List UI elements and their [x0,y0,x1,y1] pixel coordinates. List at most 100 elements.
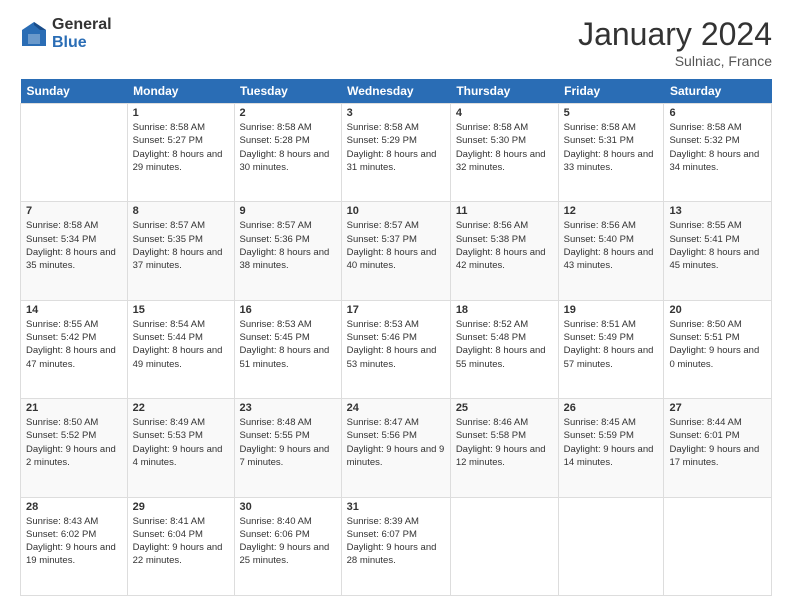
day-info: Sunrise: 8:53 AM Sunset: 5:46 PM Dayligh… [347,318,445,371]
day-number: 21 [26,402,122,414]
day-info: Sunrise: 8:58 AM Sunset: 5:32 PM Dayligh… [669,121,766,174]
week-row-4: 21 Sunrise: 8:50 AM Sunset: 5:52 PM Dayli… [21,399,772,497]
day-info: Sunrise: 8:44 AM Sunset: 6:01 PM Dayligh… [669,416,766,469]
calendar-cell: 29 Sunrise: 8:41 AM Sunset: 6:04 PM Dayli… [127,497,234,595]
calendar-cell [664,497,772,595]
header-friday: Friday [558,79,664,104]
day-number: 13 [669,205,766,217]
day-info: Sunrise: 8:46 AM Sunset: 5:58 PM Dayligh… [456,416,553,469]
day-number: 20 [669,304,766,316]
calendar-cell: 26 Sunrise: 8:45 AM Sunset: 5:59 PM Dayli… [558,399,664,497]
day-number: 25 [456,402,553,414]
day-number: 29 [133,501,229,513]
day-info: Sunrise: 8:56 AM Sunset: 5:40 PM Dayligh… [564,219,659,272]
day-number: 9 [240,205,336,217]
calendar-cell: 5 Sunrise: 8:58 AM Sunset: 5:31 PM Daylig… [558,104,664,202]
day-number: 7 [26,205,122,217]
day-number: 2 [240,107,336,119]
day-number: 14 [26,304,122,316]
day-info: Sunrise: 8:57 AM Sunset: 5:35 PM Dayligh… [133,219,229,272]
calendar-cell: 11Sunrise: 8:56 AM Sunset: 5:38 PM Dayli… [450,202,558,300]
day-info: Sunrise: 8:50 AM Sunset: 5:52 PM Dayligh… [26,416,122,469]
logo-text: General Blue [52,16,112,51]
day-number: 17 [347,304,445,316]
day-info: Sunrise: 8:43 AM Sunset: 6:02 PM Dayligh… [26,515,122,568]
day-number: 18 [456,304,553,316]
calendar-cell: 7Sunrise: 8:58 AM Sunset: 5:34 PM Daylig… [21,202,128,300]
calendar-cell [450,497,558,595]
day-info: Sunrise: 8:41 AM Sunset: 6:04 PM Dayligh… [133,515,229,568]
day-number: 28 [26,501,122,513]
header-monday: Monday [127,79,234,104]
calendar-cell: 1 Sunrise: 8:58 AM Sunset: 5:27 PM Daylig… [127,104,234,202]
calendar-cell: 17 Sunrise: 8:53 AM Sunset: 5:46 PM Dayli… [341,300,450,398]
calendar-cell: 10Sunrise: 8:57 AM Sunset: 5:37 PM Dayli… [341,202,450,300]
day-info: Sunrise: 8:58 AM Sunset: 5:29 PM Dayligh… [347,121,445,174]
week-row-2: 7Sunrise: 8:58 AM Sunset: 5:34 PM Daylig… [21,202,772,300]
day-info: Sunrise: 8:58 AM Sunset: 5:30 PM Dayligh… [456,121,553,174]
calendar-cell: 20 Sunrise: 8:50 AM Sunset: 5:51 PM Dayli… [664,300,772,398]
calendar-cell: 28 Sunrise: 8:43 AM Sunset: 6:02 PM Dayli… [21,497,128,595]
day-number: 11 [456,205,553,217]
day-info: Sunrise: 8:55 AM Sunset: 5:41 PM Dayligh… [669,219,766,272]
calendar-cell: 8 Sunrise: 8:57 AM Sunset: 5:35 PM Daylig… [127,202,234,300]
week-row-1: 1 Sunrise: 8:58 AM Sunset: 5:27 PM Daylig… [21,104,772,202]
calendar-cell: 27 Sunrise: 8:44 AM Sunset: 6:01 PM Dayli… [664,399,772,497]
calendar-cell: 15 Sunrise: 8:54 AM Sunset: 5:44 PM Dayli… [127,300,234,398]
day-number: 12 [564,205,659,217]
day-number: 30 [240,501,336,513]
day-number: 24 [347,402,445,414]
calendar-cell: 13 Sunrise: 8:55 AM Sunset: 5:41 PM Dayli… [664,202,772,300]
day-info: Sunrise: 8:54 AM Sunset: 5:44 PM Dayligh… [133,318,229,371]
calendar-cell: 12 Sunrise: 8:56 AM Sunset: 5:40 PM Dayli… [558,202,664,300]
logo-general-text: General [52,16,112,34]
calendar-cell: 31 Sunrise: 8:39 AM Sunset: 6:07 PM Dayli… [341,497,450,595]
day-info: Sunrise: 8:53 AM Sunset: 5:45 PM Dayligh… [240,318,336,371]
day-info: Sunrise: 8:57 AM Sunset: 5:37 PM Dayligh… [347,219,445,272]
day-info: Sunrise: 8:45 AM Sunset: 5:59 PM Dayligh… [564,416,659,469]
day-info: Sunrise: 8:51 AM Sunset: 5:49 PM Dayligh… [564,318,659,371]
day-number: 8 [133,205,229,217]
calendar-cell: 25 Sunrise: 8:46 AM Sunset: 5:58 PM Dayli… [450,399,558,497]
calendar-cell: 14 Sunrise: 8:55 AM Sunset: 5:42 PM Dayli… [21,300,128,398]
day-number: 5 [564,107,659,119]
calendar-cell: 22Sunrise: 8:49 AM Sunset: 5:53 PM Dayli… [127,399,234,497]
day-info: Sunrise: 8:52 AM Sunset: 5:48 PM Dayligh… [456,318,553,371]
day-number: 31 [347,501,445,513]
day-number: 27 [669,402,766,414]
calendar-cell: 23 Sunrise: 8:48 AM Sunset: 5:55 PM Dayli… [234,399,341,497]
day-number: 3 [347,107,445,119]
calendar-cell [21,104,128,202]
logo-blue-text: Blue [52,34,112,52]
weekday-header-row: Sunday Monday Tuesday Wednesday Thursday… [21,79,772,104]
day-info: Sunrise: 8:39 AM Sunset: 6:07 PM Dayligh… [347,515,445,568]
logo-icon [20,20,48,48]
week-row-5: 28 Sunrise: 8:43 AM Sunset: 6:02 PM Dayli… [21,497,772,595]
day-info: Sunrise: 8:55 AM Sunset: 5:42 PM Dayligh… [26,318,122,371]
day-number: 4 [456,107,553,119]
day-number: 26 [564,402,659,414]
day-info: Sunrise: 8:48 AM Sunset: 5:55 PM Dayligh… [240,416,336,469]
location: Sulniac, France [578,53,772,69]
page: General Blue January 2024 Sulniac, Franc… [0,0,792,612]
day-number: 15 [133,304,229,316]
calendar-cell [558,497,664,595]
day-info: Sunrise: 8:58 AM Sunset: 5:31 PM Dayligh… [564,121,659,174]
day-info: Sunrise: 8:49 AM Sunset: 5:53 PM Dayligh… [133,416,229,469]
day-info: Sunrise: 8:50 AM Sunset: 5:51 PM Dayligh… [669,318,766,371]
header-thursday: Thursday [450,79,558,104]
calendar-cell: 3 Sunrise: 8:58 AM Sunset: 5:29 PM Daylig… [341,104,450,202]
day-info: Sunrise: 8:40 AM Sunset: 6:06 PM Dayligh… [240,515,336,568]
day-number: 1 [133,107,229,119]
calendar-cell: 18 Sunrise: 8:52 AM Sunset: 5:48 PM Dayli… [450,300,558,398]
calendar-cell: 24 Sunrise: 8:47 AM Sunset: 5:56 PM Dayli… [341,399,450,497]
calendar-cell: 2Sunrise: 8:58 AM Sunset: 5:28 PM Daylig… [234,104,341,202]
week-row-3: 14 Sunrise: 8:55 AM Sunset: 5:42 PM Dayli… [21,300,772,398]
day-info: Sunrise: 8:58 AM Sunset: 5:27 PM Dayligh… [133,121,229,174]
calendar-cell: 9Sunrise: 8:57 AM Sunset: 5:36 PM Daylig… [234,202,341,300]
calendar-cell: 16Sunrise: 8:53 AM Sunset: 5:45 PM Dayli… [234,300,341,398]
calendar-cell: 6Sunrise: 8:58 AM Sunset: 5:32 PM Daylig… [664,104,772,202]
day-info: Sunrise: 8:47 AM Sunset: 5:56 PM Dayligh… [347,416,445,469]
day-number: 23 [240,402,336,414]
header-tuesday: Tuesday [234,79,341,104]
